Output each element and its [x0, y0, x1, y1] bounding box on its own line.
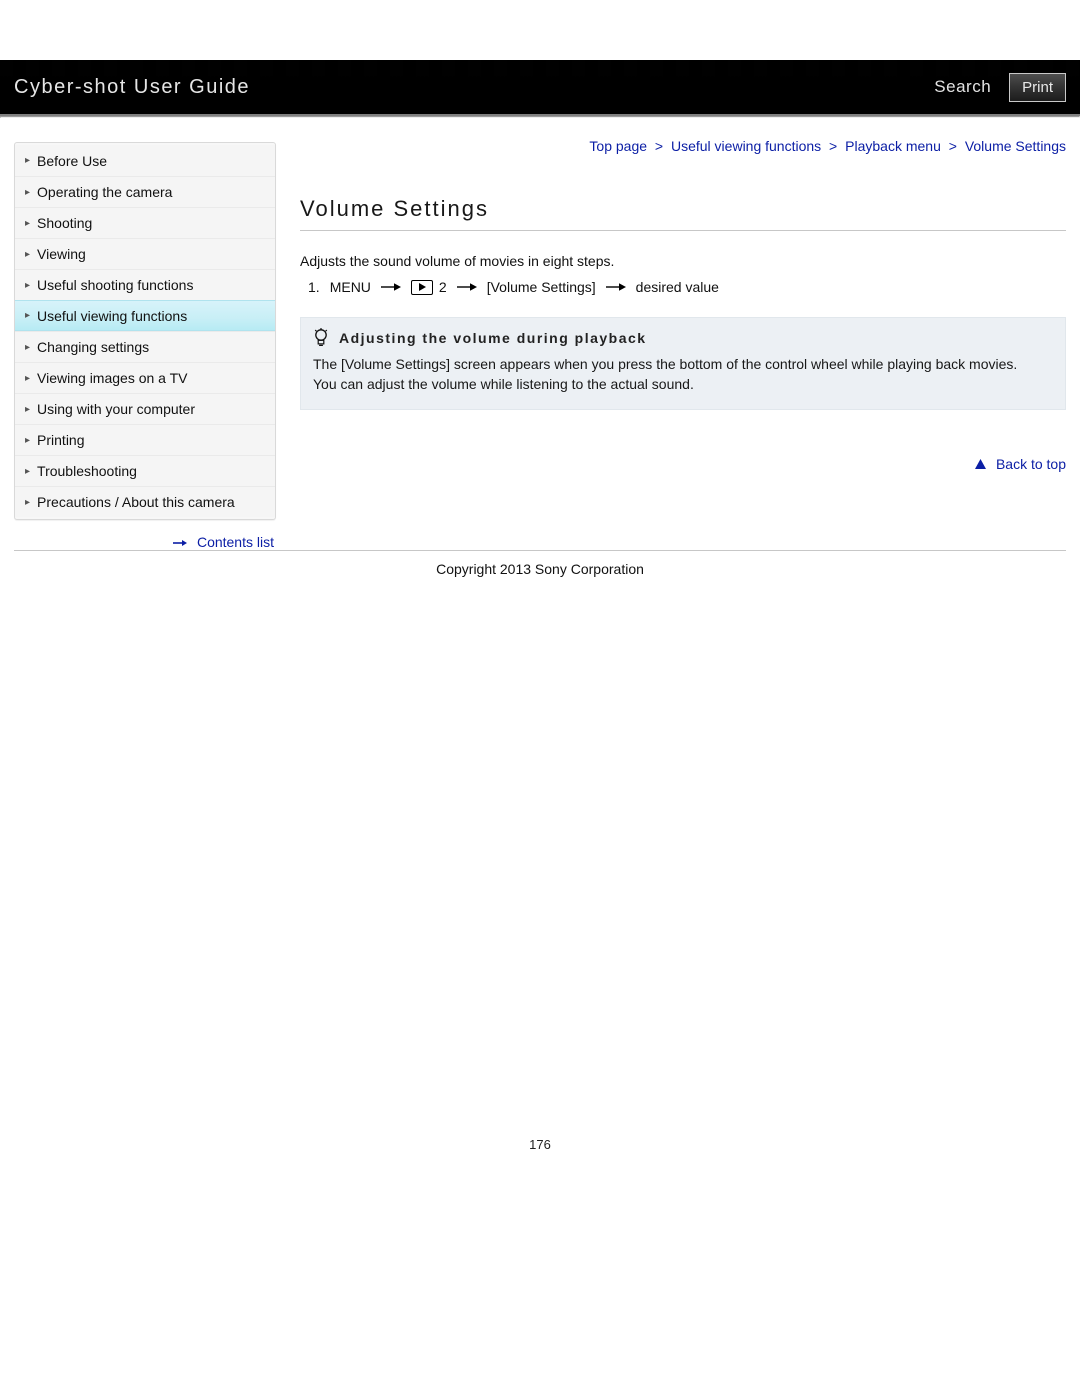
arrow-right-icon [173, 535, 191, 550]
sidebar-item-label: Printing [37, 432, 84, 448]
breadcrumb-link[interactable]: Top page [589, 138, 647, 154]
sidebar-item-label: Operating the camera [37, 184, 172, 200]
arrow-right-icon [457, 279, 477, 295]
chevron-right-icon: ▸ [25, 218, 30, 229]
sidebar-item-4[interactable]: ▸ Useful shooting functions [15, 269, 275, 300]
header-separator [0, 116, 1080, 118]
intro-text: Adjusts the sound volume of movies in ei… [300, 253, 1066, 269]
sidebar-item-6[interactable]: ▸ Changing settings [15, 331, 275, 362]
breadcrumb-separator: > [945, 138, 961, 154]
sidebar-item-label: Precautions / About this camera [37, 494, 235, 510]
sidebar-item-label: Viewing [37, 246, 86, 262]
chevron-right-icon: ▸ [25, 280, 30, 291]
sidebar-item-label: Using with your computer [37, 401, 195, 417]
chevron-right-icon: ▸ [25, 249, 30, 260]
breadcrumb-separator: > [651, 138, 667, 154]
page-number: 176 [0, 1137, 1080, 1152]
chevron-right-icon: ▸ [25, 310, 30, 321]
sidebar-item-10[interactable]: ▸ Troubleshooting [15, 455, 275, 486]
chevron-right-icon: ▸ [25, 373, 30, 384]
sidebar-item-11[interactable]: ▸ Precautions / About this camera [15, 486, 275, 517]
chevron-right-icon: ▸ [25, 342, 30, 353]
sidebar-item-label: Viewing images on a TV [37, 370, 187, 386]
step-seg-volume: [Volume Settings] [487, 279, 596, 295]
tip-heading-text: Adjusting the volume during playback [339, 330, 647, 346]
breadcrumb-link[interactable]: Useful viewing functions [671, 138, 821, 154]
copyright: Copyright 2013 Sony Corporation [0, 561, 1080, 577]
sidebar-item-0[interactable]: ▸ Before Use [15, 145, 275, 176]
sidebar-item-label: Useful viewing functions [37, 308, 187, 324]
sidebar-item-7[interactable]: ▸ Viewing images on a TV [15, 362, 275, 393]
triangle-up-icon [975, 456, 990, 472]
chevron-right-icon: ▸ [25, 155, 30, 166]
sidebar-item-label: Changing settings [37, 339, 149, 355]
sidebar-item-5[interactable]: ▸ Useful viewing functions [15, 300, 275, 331]
breadcrumb: Top page > Useful viewing functions > Pl… [300, 138, 1066, 154]
tip-body-1: The [Volume Settings] screen appears whe… [313, 354, 1053, 374]
sidebar-item-label: Useful shooting functions [37, 277, 193, 293]
chevron-right-icon: ▸ [25, 435, 30, 446]
tip-body-2: You can adjust the volume while listenin… [313, 374, 1053, 394]
page-title: Volume Settings [300, 196, 1066, 222]
lightbulb-icon [313, 328, 329, 348]
sidebar-item-9[interactable]: ▸ Printing [15, 424, 275, 455]
chevron-right-icon: ▸ [25, 497, 30, 508]
step-1: 1. MENU 2 [Volume Settings] [308, 279, 1066, 295]
sidebar-item-2[interactable]: ▸ Shooting [15, 207, 275, 238]
step-seg-desired: desired value [636, 279, 719, 295]
sidebar-item-3[interactable]: ▸ Viewing [15, 238, 275, 269]
sidebar: ▸ Before Use ▸ Operating the camera ▸ Shootin… [14, 142, 276, 550]
chevron-right-icon: ▸ [25, 187, 30, 198]
app-title: Cyber-shot User Guide [14, 76, 250, 99]
search-link[interactable]: Search [934, 77, 991, 97]
main-content: Top page > Useful viewing functions > Pl… [276, 142, 1066, 472]
sidebar-item-label: Troubleshooting [37, 463, 137, 479]
tip-box: Adjusting the volume during playback The… [300, 317, 1066, 410]
arrow-right-icon [381, 279, 401, 295]
sidebar-item-8[interactable]: ▸ Using with your computer [15, 393, 275, 424]
bottom-rule [14, 550, 1066, 551]
step-seg-menu: MENU [330, 279, 371, 295]
arrow-right-icon [606, 279, 626, 295]
print-button[interactable]: Print [1009, 73, 1066, 102]
step-play-suffix: 2 [439, 279, 447, 295]
step-number: 1. [308, 279, 320, 295]
chevron-right-icon: ▸ [25, 466, 30, 477]
sidebar-item-label: Before Use [37, 153, 107, 169]
back-to-top-link[interactable]: Back to top [996, 456, 1066, 472]
playback-icon [411, 280, 433, 295]
sidebar-item-label: Shooting [37, 215, 92, 231]
breadcrumb-link[interactable]: Playback menu [845, 138, 941, 154]
chevron-right-icon: ▸ [25, 404, 30, 415]
sidebar-list: ▸ Before Use ▸ Operating the camera ▸ Shootin… [14, 142, 276, 520]
sidebar-item-1[interactable]: ▸ Operating the camera [15, 176, 275, 207]
header-bar: Cyber-shot User Guide Search Print [0, 60, 1080, 116]
back-to-top[interactable]: Back to top [300, 456, 1066, 472]
contents-list-link[interactable]: Contents list [197, 534, 274, 550]
breadcrumb-separator: > [825, 138, 841, 154]
breadcrumb-current: Volume Settings [965, 138, 1066, 154]
title-rule [300, 230, 1066, 231]
